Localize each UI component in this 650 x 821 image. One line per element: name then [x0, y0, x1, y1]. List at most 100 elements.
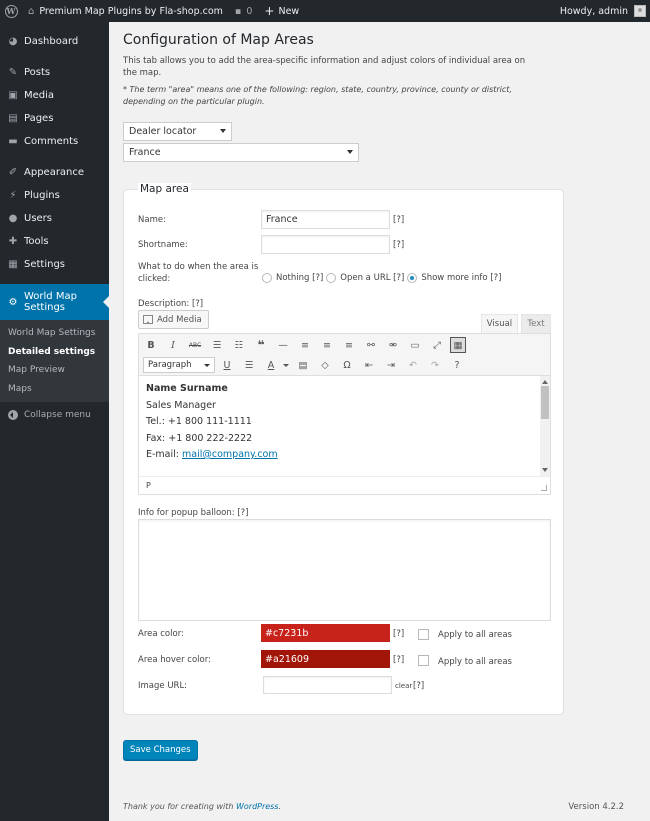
sidebar-item-world-map-settings[interactable]: ⚙ World Map Settings: [0, 284, 109, 320]
save-changes-button[interactable]: Save Changes: [123, 740, 198, 760]
clear-image-link[interactable]: clear: [395, 682, 412, 690]
sidebar-item-users[interactable]: ● Users: [0, 207, 109, 230]
underline-icon[interactable]: U: [219, 357, 235, 373]
radio-show-more-info-label: Show more info [?]: [421, 273, 502, 283]
strikethrough-icon[interactable]: ABC: [187, 337, 203, 353]
sidebar-item-plugins[interactable]: ⚡ Plugins: [0, 184, 109, 207]
admin-sidebar: ◕ Dashboard ✎ Posts ▣ Media ▤ Pages ▬ Co…: [0, 22, 109, 821]
home-icon: ⌂: [28, 5, 35, 17]
paste-text-icon[interactable]: ▤: [295, 357, 311, 373]
submenu-item-map-preview[interactable]: Map Preview: [0, 361, 109, 380]
apply-area-color-all-checkbox[interactable]: [418, 629, 429, 640]
tab-text[interactable]: Text: [521, 314, 551, 333]
scrollbar-thumb[interactable]: [541, 386, 549, 419]
pin-icon: ✎: [8, 67, 18, 78]
help-icon[interactable]: ?: [449, 357, 465, 373]
sidebar-item-posts[interactable]: ✎ Posts: [0, 61, 109, 84]
name-help[interactable]: [?]: [393, 215, 404, 225]
sidebar-item-comments[interactable]: ▬ Comments: [0, 130, 109, 153]
clear-formatting-icon[interactable]: ◇: [317, 357, 333, 373]
avatar: [634, 5, 646, 17]
comments-link[interactable]: ▪ 0: [229, 0, 259, 22]
add-media-button[interactable]: Add Media: [138, 310, 209, 329]
apply-hover-color-all-checkbox[interactable]: [418, 655, 429, 666]
sidebar-item-media[interactable]: ▣ Media: [0, 84, 109, 107]
sidebar-item-settings[interactable]: ▦ Settings: [0, 253, 109, 276]
area-color-help[interactable]: [?]: [393, 629, 404, 639]
editor-content[interactable]: Name Surname Sales Manager Tel.: +1 800 …: [139, 376, 550, 476]
name-input[interactable]: France: [261, 210, 390, 229]
indent-icon[interactable]: ⇥: [383, 357, 399, 373]
radio-show-more-info[interactable]: [407, 273, 418, 283]
scroll-up-icon[interactable]: [542, 377, 548, 384]
sidebar-item-label: World Map Settings: [24, 291, 77, 313]
area-color-input[interactable]: #c7231b: [261, 624, 390, 642]
bullet-list-icon[interactable]: ☰: [209, 337, 225, 353]
justify-icon[interactable]: ☰: [241, 357, 257, 373]
text-color-dropdown-icon[interactable]: [283, 364, 289, 370]
redo-icon[interactable]: ↷: [427, 357, 443, 373]
area-color-label: Area color:: [138, 629, 184, 639]
align-right-icon[interactable]: ≡: [341, 337, 357, 353]
shortname-input[interactable]: [261, 235, 390, 254]
sidebar-item-tools[interactable]: ✚ Tools: [0, 230, 109, 253]
site-name: Premium Map Plugins by Fla-shop.com: [39, 5, 223, 17]
image-url-help[interactable]: [?]: [413, 681, 424, 691]
plugin-select[interactable]: Dealer locator: [123, 122, 232, 141]
shortname-help[interactable]: [?]: [393, 240, 404, 250]
italic-icon[interactable]: I: [165, 337, 181, 353]
undo-icon[interactable]: ↶: [405, 357, 421, 373]
comments-count: 0: [246, 5, 253, 17]
wordpress-logo-menu[interactable]: W: [0, 0, 22, 22]
account-menu[interactable]: Howdy, admin: [554, 0, 650, 22]
submenu-item-world-map-settings[interactable]: World Map Settings: [0, 324, 109, 343]
toolbar-toggle-icon[interactable]: ▦: [450, 337, 466, 353]
horizontal-line-icon[interactable]: —: [275, 337, 291, 353]
editor-scrollbar[interactable]: [540, 376, 550, 476]
blockquote-icon[interactable]: ❝: [253, 337, 269, 353]
media-icon: ▣: [8, 90, 18, 101]
collapse-menu-button[interactable]: Collapse menu: [0, 404, 109, 426]
sidebar-item-dashboard[interactable]: ◕ Dashboard: [0, 30, 109, 53]
popup-info-textarea[interactable]: [138, 519, 551, 621]
radio-open-url[interactable]: [326, 273, 337, 283]
unlink-icon[interactable]: ⚮: [385, 337, 401, 353]
link-icon[interactable]: ⚯: [363, 337, 379, 353]
submenu-item-detailed-settings[interactable]: Detailed settings: [0, 343, 109, 362]
sidebar-item-label: Users: [24, 213, 53, 224]
area-select[interactable]: France: [123, 143, 359, 162]
wordpress-link[interactable]: WordPress: [236, 802, 279, 811]
format-select[interactable]: Paragraph: [143, 357, 215, 373]
radio-nothing[interactable]: [262, 273, 272, 283]
map-area-title: Map area: [138, 183, 191, 195]
sidebar-item-label: Settings: [24, 259, 66, 270]
site-name-link[interactable]: ⌂ Premium Map Plugins by Fla-shop.com: [22, 0, 229, 22]
text-color-icon[interactable]: A: [263, 357, 279, 373]
hover-color-label: Area hover color:: [138, 655, 211, 665]
tab-visual[interactable]: Visual: [481, 314, 518, 333]
special-character-icon[interactable]: Ω: [339, 357, 355, 373]
fullscreen-icon[interactable]: ⤢: [429, 337, 445, 353]
submenu-item-maps[interactable]: Maps: [0, 380, 109, 399]
align-center-icon[interactable]: ≡: [319, 337, 335, 353]
sidebar-item-appearance[interactable]: ✐ Appearance: [0, 161, 109, 184]
read-more-icon[interactable]: ▭: [407, 337, 423, 353]
footer-version: Version 4.2.2: [568, 802, 624, 812]
align-left-icon[interactable]: ≡: [297, 337, 313, 353]
new-content-link[interactable]: + New: [258, 0, 305, 22]
sidebar-item-pages[interactable]: ▤ Pages: [0, 107, 109, 130]
content-name: Name Surname: [146, 383, 228, 394]
content-email-label: E-mail:: [146, 449, 183, 460]
outdent-icon[interactable]: ⇤: [361, 357, 377, 373]
image-url-input[interactable]: [263, 676, 392, 694]
hover-color-input[interactable]: #a21609: [261, 650, 390, 668]
scroll-down-icon[interactable]: [542, 468, 548, 475]
chevron-down-icon: [204, 364, 210, 370]
numbered-list-icon[interactable]: ☷: [231, 337, 247, 353]
content-email-link[interactable]: mail@company.com: [182, 449, 278, 460]
resize-handle[interactable]: [541, 485, 547, 491]
bold-icon[interactable]: B: [143, 337, 159, 353]
note-text: * The term "area" means one of the follo…: [123, 85, 512, 106]
element-path[interactable]: P: [146, 481, 151, 490]
hover-color-help[interactable]: [?]: [393, 655, 404, 665]
